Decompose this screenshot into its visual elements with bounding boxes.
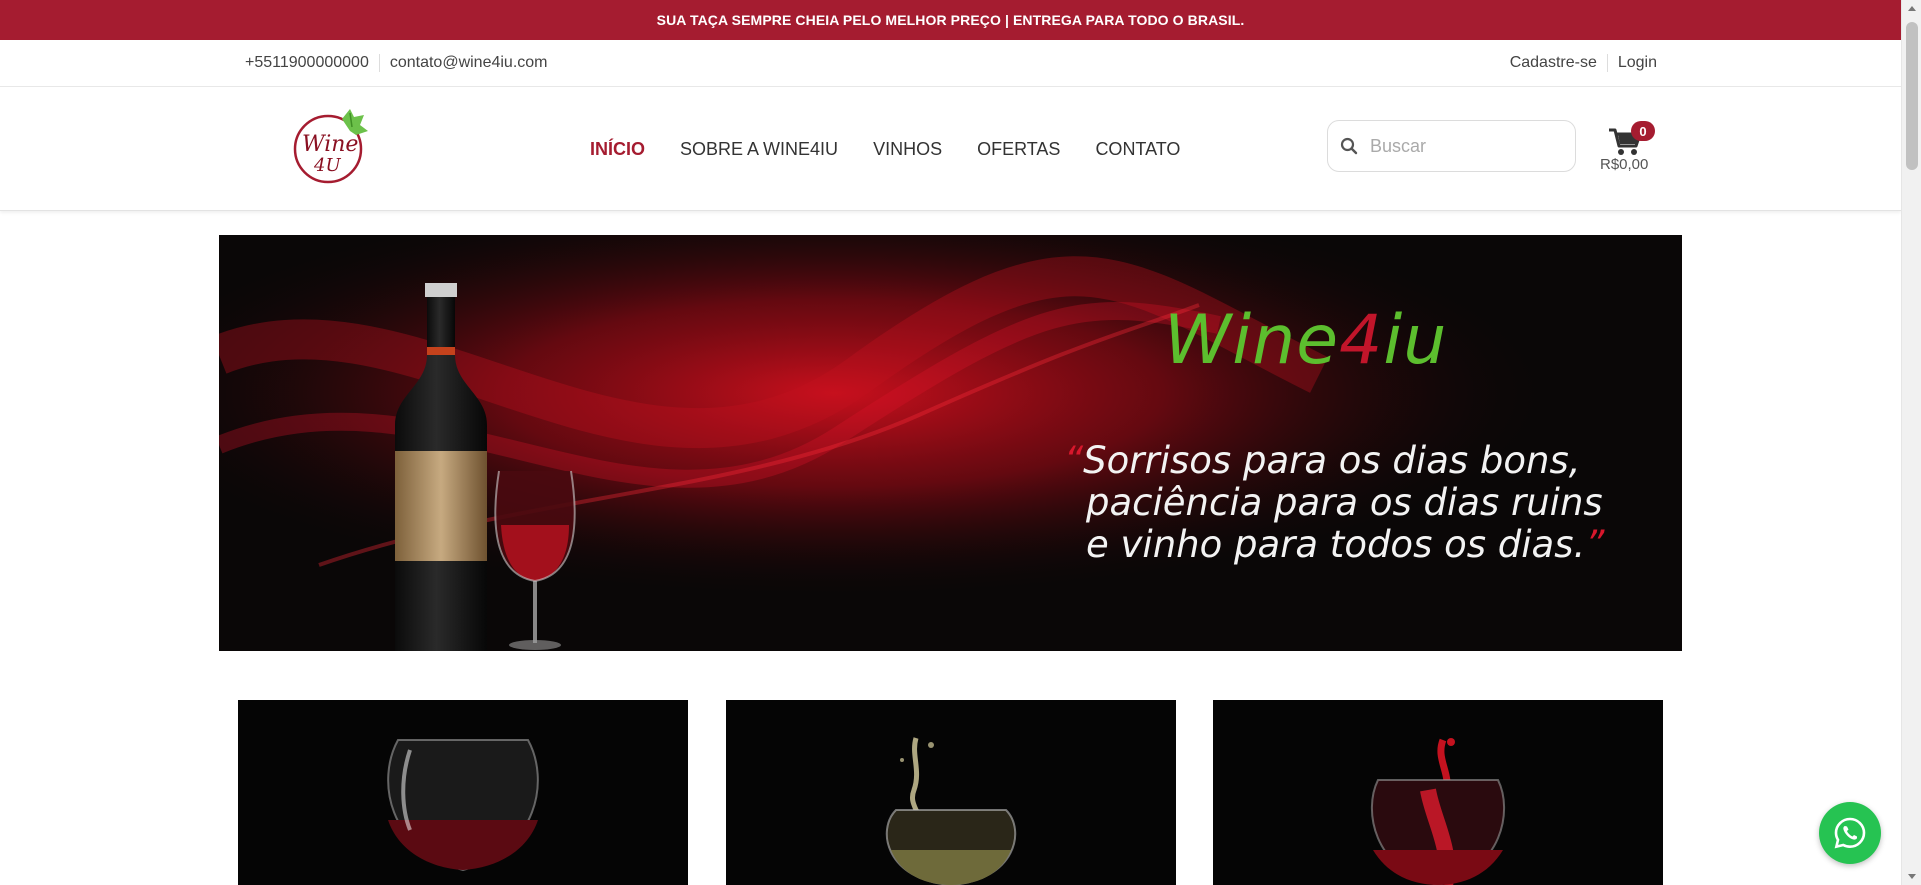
whatsapp-button[interactable]: [1819, 802, 1881, 864]
nav-contato[interactable]: CONTATO: [1095, 139, 1180, 160]
cart-count-badge: 0: [1631, 121, 1655, 141]
brand-prefix: Wine: [1164, 301, 1340, 380]
splash-wine-glass-image: [1213, 700, 1663, 885]
search-box: [1327, 120, 1576, 172]
banner-quote: “Sorrisos para os dias bons, paciência p…: [1064, 439, 1604, 566]
contact-info: +5511900000000 contato@wine4iu.com: [245, 40, 548, 86]
red-wine-glass-image: [238, 700, 688, 885]
scrollbar-thumb[interactable]: [1906, 22, 1918, 170]
quote-close-mark: ”: [1585, 523, 1605, 566]
signup-link[interactable]: Cadastre-se: [1510, 54, 1608, 72]
scroll-up-arrow-icon[interactable]: [1908, 6, 1916, 11]
category-card-rose-wine[interactable]: [1213, 700, 1663, 885]
logo-graphic: Wine 4U: [293, 109, 368, 184]
search-input[interactable]: [1370, 135, 1560, 157]
email-address[interactable]: contato@wine4iu.com: [380, 54, 548, 72]
banner-brand: Wine4iu: [1164, 301, 1447, 380]
wine4iu-logo[interactable]: Wine 4U: [290, 105, 374, 189]
category-card-white-wine[interactable]: [726, 700, 1176, 885]
cart-total: R$0,00: [1600, 156, 1649, 173]
search-icon[interactable]: [1340, 137, 1358, 155]
hero-banner[interactable]: Wine4iu “Sorrisos para os dias bons, pac…: [219, 235, 1682, 651]
main-nav: INÍCIO SOBRE A WINE4IU VINHOS OFERTAS CO…: [590, 87, 1180, 211]
quote-line-1-text: Sorrisos para os dias bons,: [1083, 439, 1581, 482]
category-card-red-wine[interactable]: [238, 700, 688, 885]
cart-button[interactable]: 0 R$0,00: [1598, 119, 1658, 179]
nav-vinhos[interactable]: VINHOS: [873, 139, 942, 160]
promo-text: SUA TAÇA SEMPRE CHEIA PELO MELHOR PREÇO …: [656, 12, 1245, 28]
phone-number[interactable]: +5511900000000: [245, 54, 380, 72]
contact-bar: +5511900000000 contato@wine4iu.com Cadas…: [0, 40, 1901, 87]
whatsapp-icon: [1834, 817, 1866, 849]
nav-inicio[interactable]: INÍCIO: [590, 139, 645, 160]
nav-sobre[interactable]: SOBRE A WINE4IU: [680, 139, 838, 160]
quote-open-mark: “: [1064, 439, 1084, 482]
login-link[interactable]: Login: [1608, 54, 1657, 72]
svg-text:Wine: Wine: [302, 132, 358, 157]
quote-line-3-text: e vinho para todos os dias.: [1086, 523, 1586, 566]
nav-ofertas[interactable]: OFERTAS: [977, 139, 1060, 160]
quote-line-3: e vinho para todos os dias.”: [1086, 524, 1604, 566]
quote-line-2: paciência para os dias ruins: [1086, 481, 1603, 524]
svg-text:4U: 4U: [313, 155, 341, 176]
scroll-down-arrow-icon[interactable]: [1908, 874, 1916, 879]
white-wine-glass-image: [726, 700, 1176, 885]
category-cards: [0, 700, 1901, 885]
brand-four: 4: [1339, 301, 1384, 380]
brand-suffix: iu: [1383, 301, 1448, 380]
main-header: Wine 4U INÍCIO SOBRE A WINE4IU VINHOS OF…: [0, 87, 1901, 211]
promo-bar: SUA TAÇA SEMPRE CHEIA PELO MELHOR PREÇO …: [0, 0, 1901, 40]
quote-line-1: “Sorrisos para os dias bons,: [1064, 439, 1604, 482]
account-links: Cadastre-se Login: [1510, 40, 1657, 86]
page-scrollbar[interactable]: [1901, 0, 1921, 885]
